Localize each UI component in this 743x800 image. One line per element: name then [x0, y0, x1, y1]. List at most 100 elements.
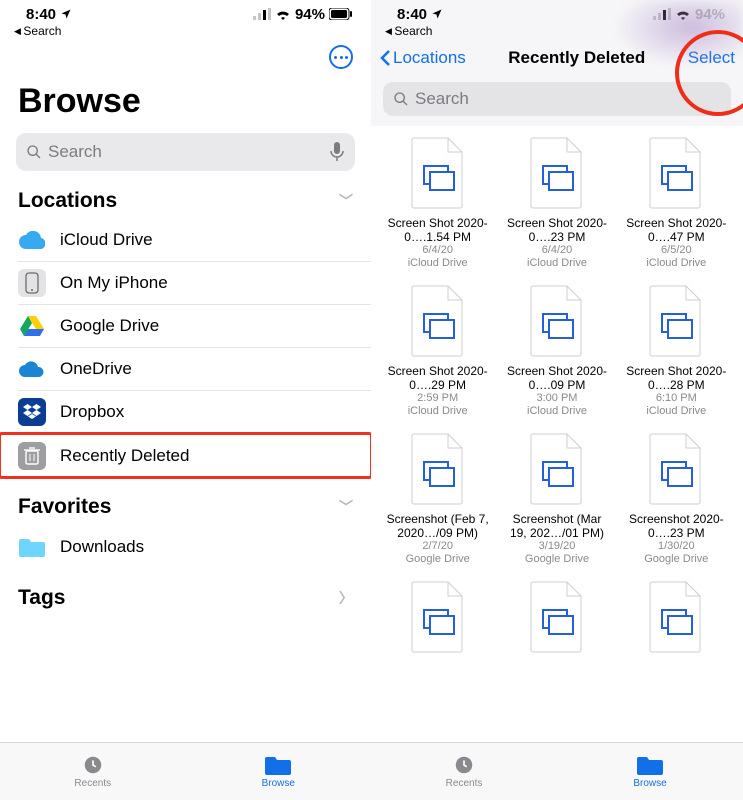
file-date: 2/7/20	[422, 540, 453, 553]
back-to-search[interactable]: Search	[371, 22, 743, 38]
file-date: 1/30/20	[658, 540, 695, 553]
tab-recents[interactable]: Recents	[0, 743, 186, 800]
nav-title: Recently Deleted	[468, 48, 686, 68]
file-source: Google Drive	[644, 553, 708, 566]
location-google-drive[interactable]: Google Drive	[18, 305, 371, 348]
tab-browse[interactable]: Browse	[557, 743, 743, 800]
battery-percent: 94%	[295, 6, 325, 23]
file-thumb-icon	[644, 136, 708, 210]
more-menu-button[interactable]	[329, 45, 353, 69]
status-bar: 8:40 94%	[0, 0, 371, 22]
tab-browse[interactable]: Browse	[186, 743, 372, 800]
file-item[interactable]: Screen Shot 2020-0….29 PM 2:59 PM iCloud…	[381, 280, 494, 424]
back-label: Locations	[393, 48, 466, 68]
favorites-header[interactable]: Favorites ﹀	[0, 477, 371, 525]
clock: 8:40	[397, 6, 427, 23]
search-icon	[26, 144, 42, 160]
search-input[interactable]: Search	[16, 133, 355, 171]
file-thumb-icon	[644, 580, 708, 654]
select-button[interactable]: Select	[688, 48, 735, 68]
file-source: iCloud Drive	[527, 257, 587, 270]
file-item[interactable]	[381, 576, 494, 666]
file-name: Screenshot (Feb 7, 2020…/09 PM)	[384, 512, 492, 540]
chevron-down-icon: ﹀	[339, 497, 353, 517]
file-item[interactable]: Screen Shot 2020-0….47 PM 6/5/20 iCloud …	[620, 132, 733, 276]
folder-icon	[265, 754, 291, 776]
clock-icon	[451, 754, 477, 776]
tab-label: Recents	[74, 778, 111, 789]
file-name: Screenshot (Mar 19, 202…/01 PM)	[503, 512, 611, 540]
location-icloud-drive[interactable]: iCloud Drive	[18, 219, 371, 262]
wifi-icon	[675, 8, 691, 20]
nav-bar: Locations Recently Deleted Select	[371, 38, 743, 78]
file-thumb-icon	[406, 580, 470, 654]
chevron-left-icon	[379, 49, 391, 67]
location-onedrive[interactable]: OneDrive	[18, 348, 371, 391]
file-date: 3/19/20	[539, 540, 576, 553]
file-name: Screen Shot 2020-0….47 PM	[622, 216, 730, 244]
file-date: 6/4/20	[542, 244, 573, 257]
list-item-label: On My iPhone	[60, 273, 168, 293]
cellular-icon	[253, 8, 271, 20]
tags-header[interactable]: Tags 〉	[0, 568, 371, 616]
browse-screen: 8:40 94% Search Browse Search Locations …	[0, 0, 371, 800]
file-item[interactable]: Screen Shot 2020-0….09 PM 3:00 PM iCloud…	[500, 280, 613, 424]
file-item[interactable]: Screen Shot 2020-0….23 PM 6/4/20 iCloud …	[500, 132, 613, 276]
file-source: iCloud Drive	[408, 257, 468, 270]
tags-label: Tags	[18, 586, 65, 610]
file-item[interactable]: Screenshot (Mar 19, 202…/01 PM) 3/19/20 …	[500, 428, 613, 572]
locations-header[interactable]: Locations ﹀	[0, 171, 371, 219]
file-date: 6/4/20	[422, 244, 453, 257]
favorite-downloads[interactable]: Downloads	[18, 525, 371, 568]
back-button[interactable]: Locations	[379, 48, 466, 68]
file-item[interactable]: Screenshot 2020-0….23 PM 1/30/20 Google …	[620, 428, 733, 572]
file-item[interactable]: Screen Shot 2020-0….28 PM 6:10 PM iCloud…	[620, 280, 733, 424]
tab-label: Browse	[633, 778, 666, 789]
wifi-icon	[275, 8, 291, 20]
list-item-label: iCloud Drive	[60, 230, 153, 250]
file-name: Screen Shot 2020-0….28 PM	[622, 364, 730, 392]
mic-icon[interactable]	[329, 142, 345, 162]
battery-percent: 94%	[695, 6, 725, 23]
file-name: Screen Shot 2020-0….1.54 PM	[384, 216, 492, 244]
trash-icon	[18, 442, 46, 470]
tab-bar: Recents Browse	[0, 742, 371, 800]
clock: 8:40	[26, 6, 56, 23]
file-thumb-icon	[406, 284, 470, 358]
file-thumb-icon	[644, 284, 708, 358]
dropbox-icon	[18, 398, 46, 426]
file-thumb-icon	[525, 136, 589, 210]
ellipsis-icon	[334, 56, 348, 59]
chevron-right-icon: 〉	[339, 588, 353, 608]
file-name: Screen Shot 2020-0….23 PM	[503, 216, 611, 244]
file-item[interactable]: Screen Shot 2020-0….1.54 PM 6/4/20 iClou…	[381, 132, 494, 276]
list-item-label: Recently Deleted	[60, 446, 189, 466]
locations-label: Locations	[18, 189, 117, 213]
location-dropbox[interactable]: Dropbox	[18, 391, 371, 434]
tab-label: Recents	[446, 778, 483, 789]
file-date: 6:10 PM	[656, 392, 697, 405]
favorites-list: Downloads	[0, 525, 371, 568]
file-name: Screenshot 2020-0….23 PM	[622, 512, 730, 540]
status-bar: 8:40 94%	[371, 0, 743, 22]
search-input[interactable]: Search	[383, 82, 731, 116]
tab-recents[interactable]: Recents	[371, 743, 557, 800]
search-placeholder: Search	[415, 89, 469, 109]
chevron-down-icon: ﹀	[339, 191, 353, 211]
file-source: Google Drive	[525, 553, 589, 566]
list-item-label: Google Drive	[60, 316, 159, 336]
file-source: iCloud Drive	[646, 405, 706, 418]
file-item[interactable]: Screenshot (Feb 7, 2020…/09 PM) 2/7/20 G…	[381, 428, 494, 572]
location-recently-deleted[interactable]: Recently Deleted	[0, 434, 371, 477]
location-on-my-iphone[interactable]: On My iPhone	[18, 262, 371, 305]
file-thumb-icon	[406, 136, 470, 210]
icloud-icon	[18, 226, 46, 254]
file-item[interactable]	[500, 576, 613, 666]
location-icon	[431, 8, 443, 20]
back-to-search[interactable]: Search	[0, 22, 371, 38]
file-item[interactable]	[620, 576, 733, 666]
tab-bar: Recents Browse	[371, 742, 743, 800]
file-source: iCloud Drive	[408, 405, 468, 418]
folder-icon	[18, 533, 46, 561]
folder-icon	[637, 754, 663, 776]
